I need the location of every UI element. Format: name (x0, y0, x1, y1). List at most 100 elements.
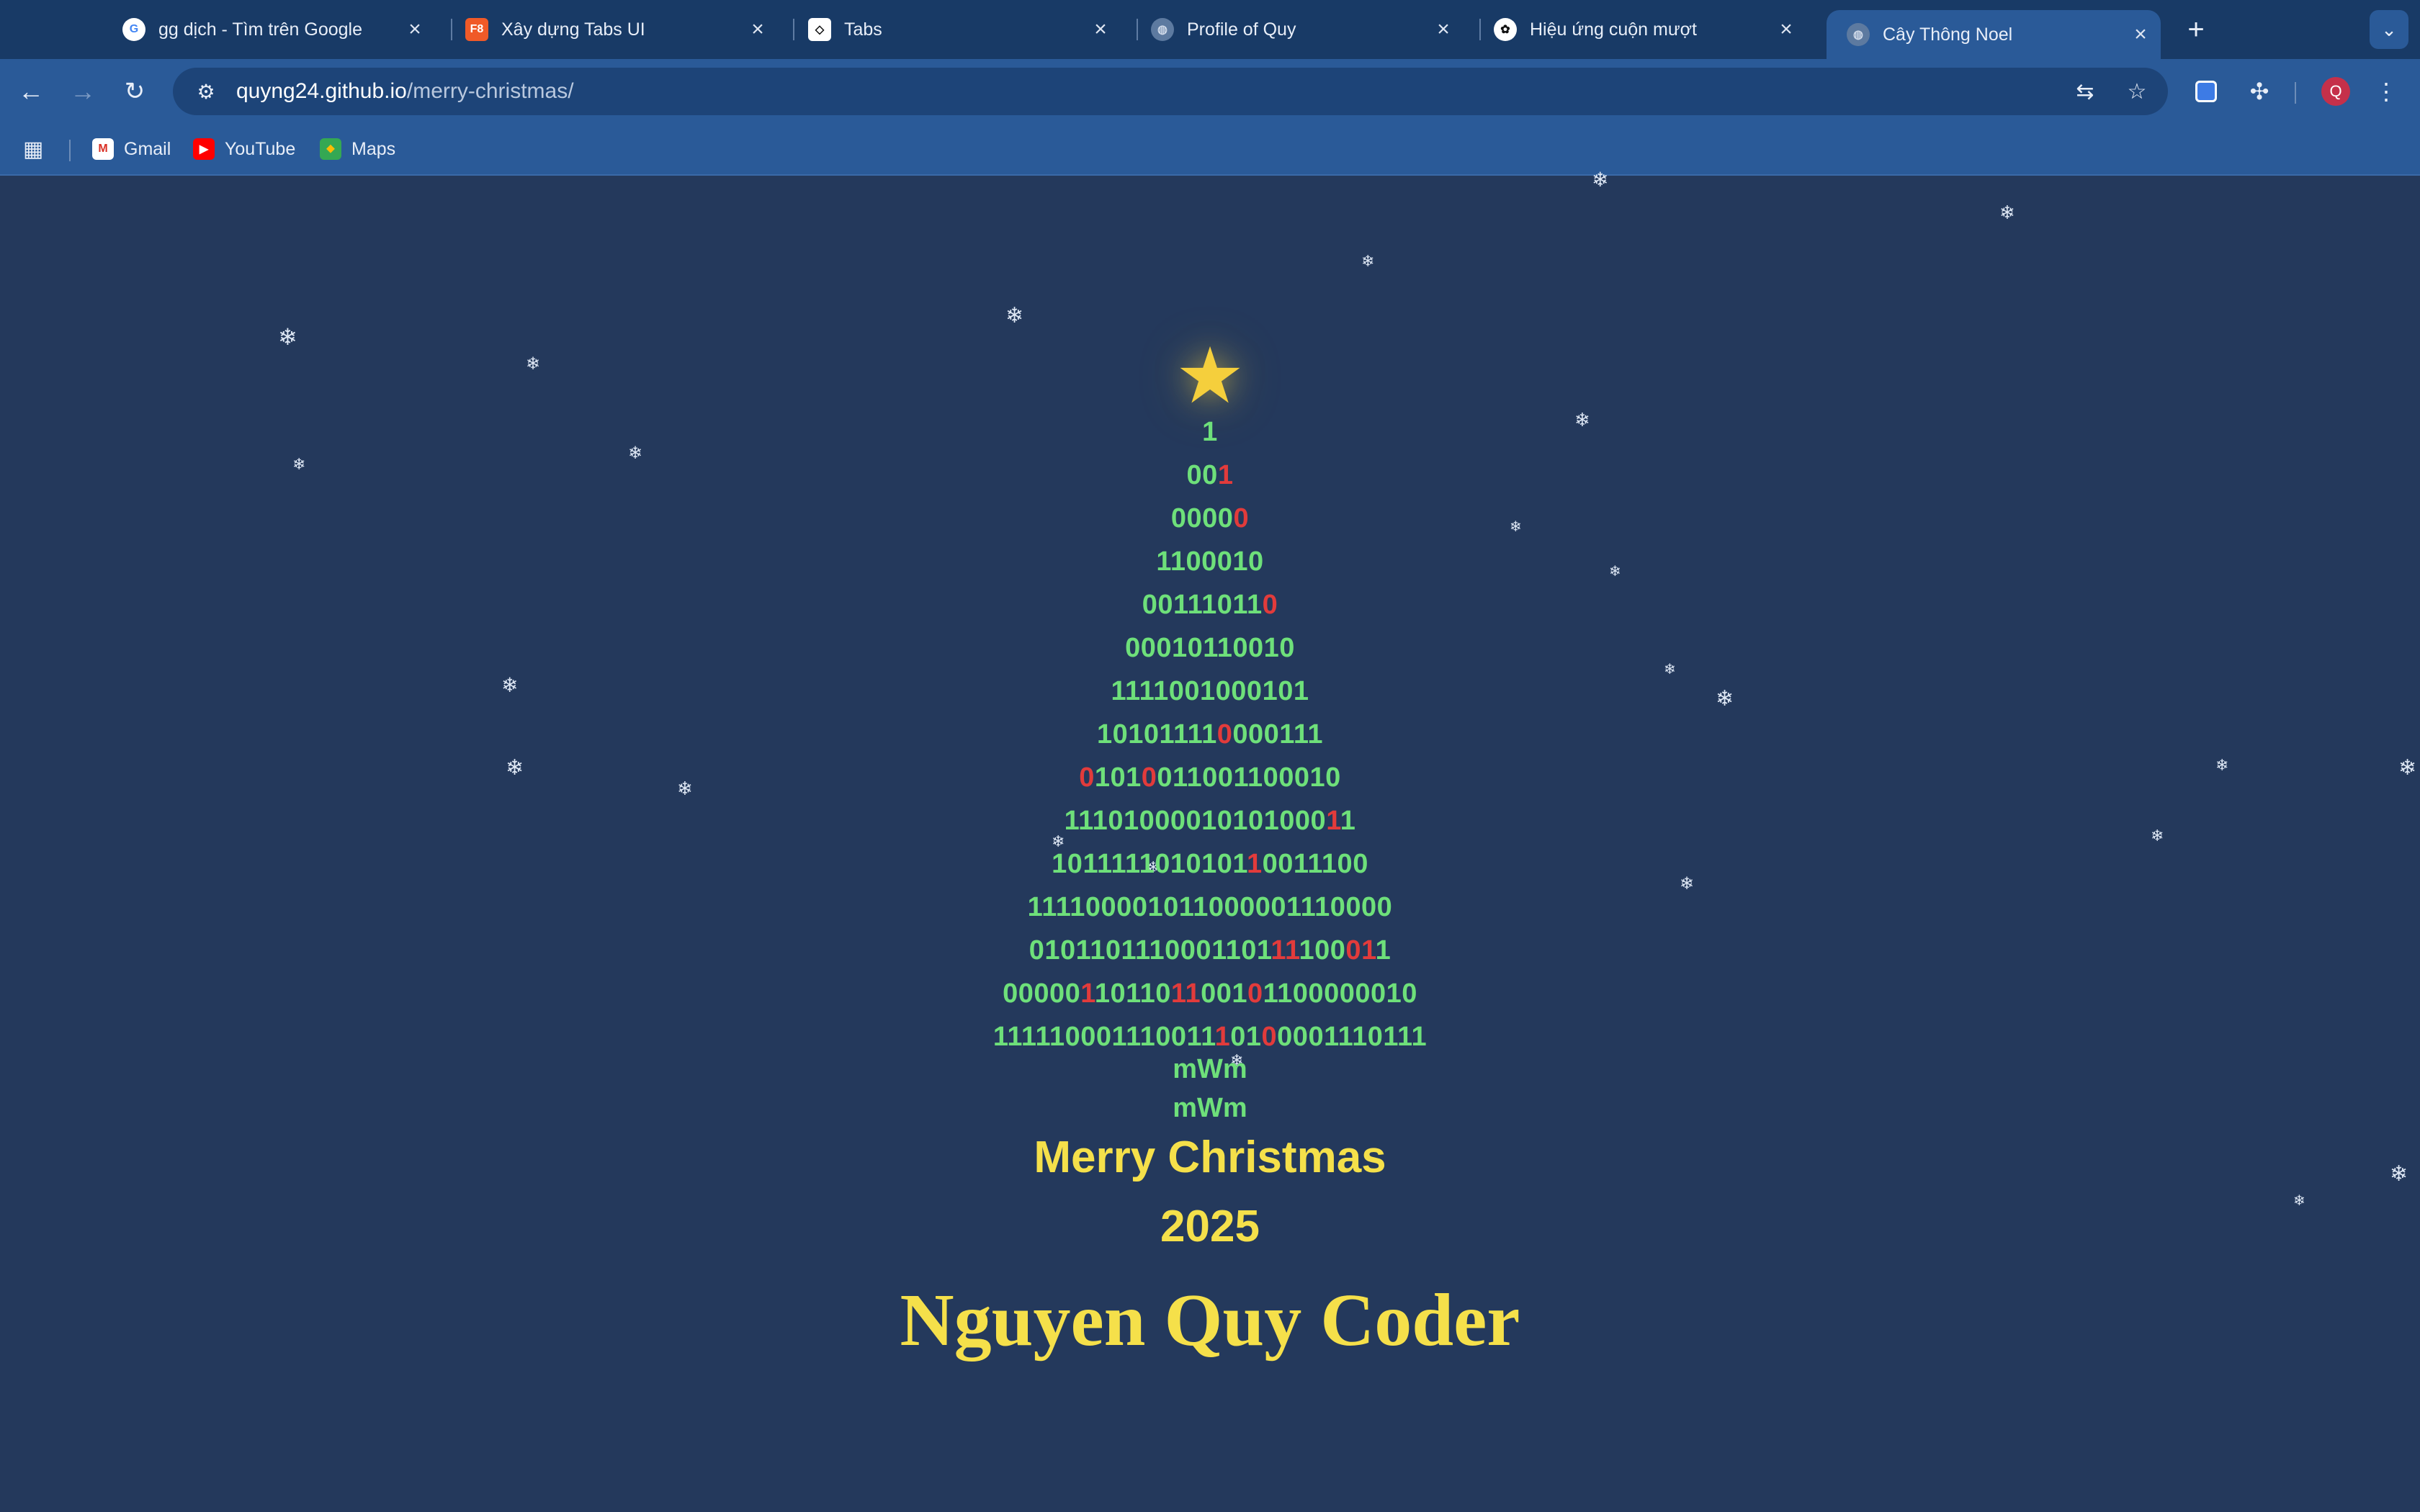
tab-title: Tabs (844, 19, 882, 40)
close-icon[interactable]: × (400, 17, 429, 42)
tree-row: 01010011001100010 (0, 756, 2420, 799)
extension-blue-icon[interactable] (2187, 72, 2226, 111)
snowflake-icon: ❄ (526, 354, 541, 374)
green-digits: 11111000111001 (992, 1022, 1201, 1052)
snowflake-icon: ❄ (1592, 168, 1609, 191)
binary-tree: 1 001 00000 1100010 001110110 00010110010 1111… (0, 410, 2420, 1058)
bookmark-label: Gmail (124, 138, 171, 159)
translate-icon[interactable]: ⇆ (2069, 75, 2102, 108)
address-bar[interactable]: ⚙ quyng24.github.io/merry-christmas/ ⇆ ☆ (173, 68, 2168, 115)
red-digits: 0 (1262, 590, 1278, 620)
green-digits: 1 (1375, 935, 1392, 966)
browser-toolbar: ← → ↻ ⚙ quyng24.github.io/merry-christma… (0, 59, 2420, 124)
tab-profile[interactable]: ◍ Profile of Quy × (1131, 10, 1464, 49)
red-digits: 1 (1217, 460, 1234, 490)
red-digits: 0 (1345, 935, 1362, 966)
green-digits: 1100010 (1156, 546, 1264, 577)
bookmark-maps[interactable]: ⬥ Maps (320, 134, 395, 164)
tab-tabs-ui[interactable]: F8 Xây dựng Tabs UI × (445, 10, 778, 49)
snowflake-icon: ❄ (1999, 202, 2015, 223)
green-digits: 0011100 (1262, 849, 1368, 879)
google-icon: G (122, 18, 145, 41)
bookmark-separator (69, 140, 71, 161)
red-digits: 1 (1326, 806, 1340, 836)
greeting-text: Merry Christmas (1034, 1133, 1386, 1182)
bookmark-gmail[interactable]: M Gmail (92, 134, 171, 164)
site-info-icon[interactable]: ⚙ (184, 80, 228, 104)
green-digits: 000111 (1232, 719, 1324, 750)
green-digits: 0011101 (1142, 590, 1247, 620)
tab-smooth-scroll[interactable]: ✿ Hiệu ứng cuộn mượt × (1474, 10, 1806, 49)
tab-google-translate[interactable]: G gg dịch - Tìm trên Google × (102, 10, 435, 49)
snowflake-icon: ❄ (278, 324, 297, 350)
url-path: /merry-christmas/ (406, 79, 574, 103)
green-digits: 1 (1202, 417, 1218, 447)
close-icon[interactable]: × (1429, 17, 1458, 42)
green-digits: 1111001000101 (1111, 676, 1309, 706)
profile-avatar[interactable]: Q (2316, 72, 2355, 111)
close-icon[interactable]: × (743, 17, 772, 42)
tab-christmas-tree[interactable]: ◍ Cây Thông Noel × (1827, 10, 2161, 59)
bookmark-youtube[interactable]: ▶ YouTube (193, 134, 295, 164)
apps-grid-icon[interactable]: ▦ (23, 134, 43, 164)
tree-row: 1110100001010100011 (0, 799, 2420, 842)
globe-icon: ◍ (1151, 18, 1174, 41)
tree-row: 101011110000111 (0, 713, 2420, 756)
green-digits: 10110 (1094, 978, 1171, 1009)
red-digits: 0 (1079, 762, 1095, 793)
tree-row: 001110110 (0, 583, 2420, 626)
green-digits: 100 (1299, 935, 1346, 966)
new-tab-button[interactable]: + (2177, 10, 2215, 49)
red-digits: 0 (1141, 762, 1157, 793)
gmail-icon: M (92, 138, 114, 160)
green-digits: 1 (1340, 806, 1356, 836)
openai-icon: ✿ (1494, 18, 1517, 41)
reload-button[interactable]: ↻ (115, 72, 154, 111)
bookmark-label: YouTube (225, 138, 296, 159)
bookmark-star-icon[interactable]: ☆ (2120, 75, 2154, 108)
url-text[interactable]: quyng24.github.io/merry-christmas/ (236, 79, 574, 104)
red-digits: 11 (1170, 978, 1201, 1009)
tab-strip: G gg dịch - Tìm trên Google × F8 Xây dựn… (0, 0, 2420, 59)
green-digits: 1 (1246, 590, 1263, 620)
green-digits: 001 (1201, 978, 1247, 1009)
green-digits: 1100000010 (1263, 978, 1417, 1009)
green-digits: 10101111 (1096, 719, 1217, 750)
tab-search-button[interactable]: ⌄ (2370, 10, 2408, 49)
close-icon[interactable]: × (2126, 22, 2155, 47)
green-digits: 00010110010 (1125, 633, 1295, 663)
green-digits: 011001100010 (1157, 762, 1341, 793)
close-icon[interactable]: × (1086, 17, 1115, 42)
green-digits: 11101000010101000 (1064, 806, 1327, 836)
year-text: 2025 (1160, 1202, 1260, 1251)
green-digits: 0000 (1170, 503, 1234, 534)
url-host: quyng24.github.io (236, 79, 407, 103)
tree-row: 1111001000101 (0, 670, 2420, 713)
tree-star-icon: ★ (1175, 332, 1245, 419)
tree-row: 111100001011000001110000 (0, 886, 2420, 929)
tree-row: 101111101010110011100 (0, 842, 2420, 886)
red-digits: 0 (1261, 1022, 1278, 1052)
page-content: ❄ ❄ ❄ ❄ ❄ ❄ ❄ ❄ ❄ ❄ ❄ ❄ ❄ ❄ ❄ ❄ ❄ ❄ ❄ ❄ ❄ ❄ ❄ ❄ ❄ ★ 1 001 00000 110… (0, 170, 2420, 1512)
bookmark-label: Maps (351, 138, 396, 159)
f8-icon: F8 (465, 18, 488, 41)
red-digits: 1 (1270, 935, 1285, 966)
tab-title: Hiệu ứng cuộn mượt (1530, 19, 1697, 40)
red-digits: 1 (1214, 1022, 1231, 1052)
green-digits: 01 (1230, 1022, 1262, 1052)
tree-row: 1 (0, 410, 2420, 454)
green-digits: 1011111010101 (1052, 849, 1247, 879)
back-button[interactable]: ← (12, 72, 50, 111)
toolbar-separator (2295, 82, 2296, 104)
menu-kebab-icon[interactable]: ⋮ (2367, 72, 2406, 111)
tab-title: Cây Thông Noel (1883, 24, 2013, 45)
close-icon[interactable]: × (1772, 17, 1801, 42)
tab-title: Xây dựng Tabs UI (501, 19, 645, 40)
forward-button[interactable]: → (63, 72, 102, 111)
red-digits: 0 (1216, 719, 1233, 750)
tab-tabs[interactable]: ◇ Tabs × (788, 10, 1121, 49)
extensions-puzzle-icon[interactable]: ✣ (2240, 72, 2279, 111)
tree-trunk-row: mWm (1173, 1093, 1247, 1123)
tree-row: 010110111000110111100011 (0, 929, 2420, 972)
green-digits: 00 (1186, 460, 1218, 490)
